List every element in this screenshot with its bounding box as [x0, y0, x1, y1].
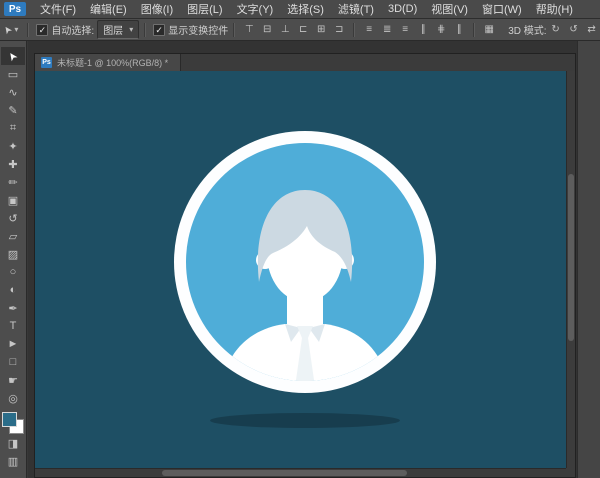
healing-brush-tool-button[interactable]: ✚ [1, 155, 25, 173]
blur-tool-button[interactable]: ○ [1, 263, 25, 281]
rectangle-tool-button[interactable]: □ [1, 353, 25, 371]
vertical-scrollbar[interactable] [566, 71, 575, 468]
chevron-down-icon: ▾ [129, 25, 133, 34]
menu-bar: Ps 文件(F) 编辑(E) 图像(I) 图层(L) 文字(Y) 选择(S) 滤… [0, 0, 600, 19]
horizontal-scrollbar-thumb[interactable] [162, 470, 406, 476]
divider [233, 23, 235, 37]
document-tab-title: 未标题-1 @ 100%(RGB/8) * [57, 56, 168, 69]
menu-image[interactable]: 图像(I) [134, 0, 180, 18]
menu-select[interactable]: 选择(S) [280, 0, 331, 18]
canvas[interactable] [35, 71, 566, 468]
align-bottom-edges-icon[interactable]: ⊥ [277, 23, 293, 36]
align-right-edges-icon[interactable]: ⊐ [331, 23, 347, 36]
eyedropper-tool-button[interactable]: ✦ [1, 137, 25, 155]
divider [144, 23, 146, 37]
distribute-horizontal-centers-icon[interactable]: ⋕ [433, 23, 449, 36]
align-vertical-centers-icon[interactable]: ⊟ [259, 23, 275, 36]
history-brush-tool-button[interactable]: ↺ [1, 209, 25, 227]
menu-file[interactable]: 文件(F) [33, 0, 83, 18]
distribute-vertical-centers-icon[interactable]: ≣ [379, 23, 395, 36]
auto-select-checkbox[interactable]: ✓ [36, 24, 48, 36]
auto-select-label: 自动选择: [51, 22, 94, 37]
photoshop-window: Ps 文件(F) 编辑(E) 图像(I) 图层(L) 文字(Y) 选择(S) 滤… [0, 0, 600, 478]
document-tab-bar: Ps 未标题-1 @ 100%(RGB/8) * [35, 54, 575, 72]
options-bar: ➤ ▾ ✓ 自动选择: 图层 ▾ ✓ 显示变换控件 ⊤ ⊟ ⊥ ⊏ ⊞ ⊐ ≡ … [0, 19, 600, 41]
gradient-tool-button[interactable]: ▨ [1, 245, 25, 263]
rectangular-marquee-tool-button[interactable]: ▭ [1, 65, 25, 83]
show-transform-checkbox[interactable]: ✓ [153, 24, 165, 36]
menu-edit[interactable]: 编辑(E) [83, 0, 134, 18]
avatar-drop-shadow [210, 413, 400, 428]
eraser-tool-button[interactable]: ▱ [1, 227, 25, 245]
ps-logo: Ps [4, 2, 26, 16]
scrollbar-corner [566, 468, 575, 477]
tool-preset-picker[interactable]: ➤ ▾ [0, 24, 22, 35]
panel-dock-collapsed[interactable] [577, 41, 600, 478]
distribute-bottom-edges-icon[interactable]: ≡ [397, 23, 413, 36]
document-window: Ps 未标题-1 @ 100%(RGB/8) * [34, 53, 576, 478]
align-horizontal-centers-icon[interactable]: ⊞ [313, 23, 329, 36]
move-tool-button[interactable]: ➤ [1, 47, 25, 65]
3d-roll-icon[interactable]: ↺ [566, 23, 582, 36]
quick-selection-tool-button[interactable]: ✎ [1, 101, 25, 119]
auto-select-target-value: 图层 [103, 22, 123, 37]
divider [473, 23, 475, 37]
quick-mask-button[interactable]: ◨ [1, 434, 25, 452]
hand-tool-button[interactable]: ☛ [1, 371, 25, 389]
foreground-color-swatch[interactable] [2, 412, 17, 427]
type-tool-button[interactable]: T [1, 317, 25, 335]
dodge-tool-button[interactable]: ◐ [1, 281, 25, 299]
brush-tool-button[interactable]: ✏ [1, 173, 25, 191]
auto-select-target-dropdown[interactable]: 图层 ▾ [97, 20, 139, 39]
menu-layer[interactable]: 图层(L) [180, 0, 229, 18]
menu-3d[interactable]: 3D(D) [381, 2, 424, 16]
menu-window[interactable]: 窗口(W) [475, 0, 529, 18]
menu-type[interactable]: 文字(Y) [230, 0, 281, 18]
menu-filter[interactable]: 滤镜(T) [331, 0, 381, 18]
move-tool-icon: ➤ [5, 48, 21, 63]
tools-panel: ➤ ▭ ∿ ✎ ⌗ ✦ ✚ ✏ ▣ ↺ ▱ ▨ ○ ◐ ✒ T ► □ ☛ ◎ … [0, 41, 27, 478]
zoom-tool-button[interactable]: ◎ [1, 389, 25, 407]
divider [353, 23, 355, 37]
distribute-top-edges-icon[interactable]: ≡ [361, 23, 377, 36]
document-tab[interactable]: Ps 未标题-1 @ 100%(RGB/8) * [35, 54, 181, 71]
divider [27, 23, 29, 37]
menu-help[interactable]: 帮助(H) [529, 0, 580, 18]
clone-stamp-tool-button[interactable]: ▣ [1, 191, 25, 209]
document-file-icon: Ps [41, 57, 52, 68]
screen-mode-button[interactable]: ▥ [1, 452, 25, 470]
align-left-edges-icon[interactable]: ⊏ [295, 23, 311, 36]
move-tool-icon: ➤ [1, 23, 15, 36]
distribute-left-edges-icon[interactable]: ∥ [415, 23, 431, 36]
distribute-right-edges-icon[interactable]: ∥ [451, 23, 467, 36]
3d-rotate-icon[interactable]: ↻ [548, 23, 564, 36]
align-top-edges-icon[interactable]: ⊤ [241, 23, 257, 36]
3d-mode-label: 3D 模式: [508, 22, 546, 37]
horizontal-scrollbar[interactable] [35, 468, 566, 477]
menu-view[interactable]: 视图(V) [424, 0, 475, 18]
avatar-artwork [173, 130, 437, 394]
lasso-tool-button[interactable]: ∿ [1, 83, 25, 101]
color-swatches [2, 412, 24, 434]
auto-align-layers-icon[interactable]: ▦ [481, 23, 497, 36]
path-selection-tool-button[interactable]: ► [1, 335, 25, 353]
show-transform-label: 显示变换控件 [168, 22, 228, 37]
vertical-scrollbar-thumb[interactable] [568, 174, 574, 341]
pen-tool-button[interactable]: ✒ [1, 299, 25, 317]
3d-pan-icon[interactable]: ⇄ [584, 23, 600, 36]
workspace: Ps 未标题-1 @ 100%(RGB/8) * [28, 41, 600, 478]
crop-tool-button[interactable]: ⌗ [1, 119, 25, 137]
